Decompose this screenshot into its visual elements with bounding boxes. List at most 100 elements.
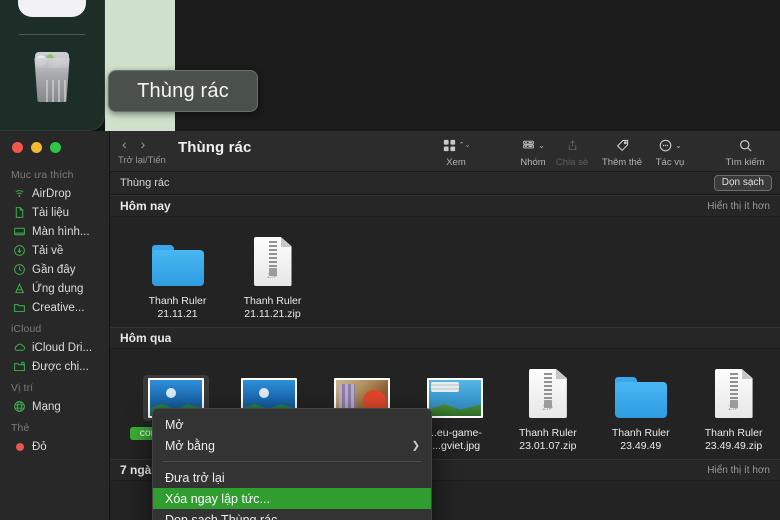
folder-icon	[610, 374, 672, 421]
toolbar-button-label: Tác vụ	[655, 157, 685, 168]
trash-full-icon[interactable]	[28, 44, 76, 102]
sidebar-item-label: Mạng	[32, 400, 61, 413]
sidebar-item-m-ng[interactable]: Mạng	[0, 397, 110, 416]
share-icon	[566, 136, 579, 155]
sidebar-item-c-chi[interactable]: Được chi...	[0, 357, 110, 376]
sidebar-group-title: Thẻ	[11, 422, 30, 434]
sidebar-item-m-n-h-nh[interactable]: Màn hình...	[0, 222, 110, 241]
toolbar-button-t-m-ki-m[interactable]: Tìm kiếm	[719, 136, 771, 168]
toolbar-button-th-m-th[interactable]: Thêm thẻ	[596, 136, 648, 168]
sidebar-group-title: Mục ưa thích	[11, 169, 74, 181]
file-grid: Thanh Ruler 21.11.21 ZIP Thanh Ruler 21.11…	[110, 217, 780, 327]
toolbar-button-label: Xem	[446, 157, 466, 168]
sidebar-group-title: iCloud	[11, 323, 42, 335]
sidebar-item-label: Gần đây	[32, 263, 76, 276]
back-button[interactable]: ‹	[122, 137, 127, 151]
context-menu[interactable]: Mở Mở bằng ❯ Đưa trở lại Xóa ngay lập tức...…	[152, 408, 432, 520]
desktop-background-right	[175, 0, 780, 131]
cloud-icon	[13, 341, 26, 354]
group-list-icon: ⌄	[521, 136, 545, 155]
section-title: Hôm qua	[120, 331, 172, 345]
sidebar-item-label: Creative...	[32, 301, 85, 314]
section-header: Hôm qua	[110, 327, 780, 349]
tag-icon	[615, 136, 630, 155]
file-item[interactable]: Thanh Ruler 23.49.49	[594, 361, 687, 453]
dock[interactable]	[0, 0, 105, 131]
context-menu-item[interactable]: Đưa trở lại	[153, 467, 431, 488]
window-controls[interactable]	[12, 142, 61, 153]
document-icon	[13, 206, 26, 219]
trash-can-body	[34, 58, 70, 102]
section-show-less-link[interactable]: Hiển thị ít hơn	[707, 201, 770, 212]
chevron-down-icon: ⌄	[538, 140, 545, 150]
trash-ridges	[44, 80, 68, 102]
screen: Thùng rác Mục ưa thích AirDrop Tài liệu Màn…	[0, 0, 780, 520]
file-item[interactable]: ZIP Thanh Ruler 21.11.21.zip	[225, 229, 320, 321]
context-menu-item[interactable]: Mở	[153, 414, 431, 435]
context-menu-item[interactable]: Dọn sạch Thùng rác	[153, 509, 431, 520]
file-item[interactable]: Thanh Ruler 21.11.21	[130, 229, 225, 321]
forward-button[interactable]: ›	[141, 137, 146, 151]
shared-folder-icon	[13, 360, 26, 373]
section-show-less-link[interactable]: Hiển thị ít hơn	[707, 465, 770, 476]
file-name-label: Thanh Ruler 21.11.21	[148, 295, 207, 320]
context-menu-item-label: Mở bằng	[165, 438, 215, 453]
minimize-button[interactable]	[31, 142, 42, 153]
dock-tooltip: Thùng rác	[108, 70, 258, 112]
toolbar-button-label: Chia sẻ	[555, 157, 589, 168]
actions-ellipsis-icon: ⌄	[658, 136, 682, 155]
sidebar-item-ng-d-ng[interactable]: Ứng dụng	[0, 279, 110, 298]
sidebar-item-airdrop[interactable]: AirDrop	[0, 184, 110, 203]
context-menu-item-label: Dọn sạch Thùng rác	[165, 512, 278, 520]
toolbar-button-xem[interactable]: ⌃⌄ Xem	[430, 136, 482, 168]
dock-app-icon[interactable]	[18, 0, 86, 17]
zip-file-icon: ZIP	[249, 234, 297, 289]
file-item[interactable]: ZIP Thanh Ruler 23.01.07.zip	[501, 361, 594, 453]
nav-arrows[interactable]: ‹ ›	[122, 137, 145, 151]
context-menu-item[interactable]: Mở bằng ❯	[153, 435, 431, 456]
tag-color-dot	[15, 442, 24, 451]
folder-icon	[147, 242, 209, 289]
file-name-label: Thanh Ruler 23.01.07.zip	[518, 427, 577, 452]
sidebar-item-label: AirDrop	[32, 187, 71, 200]
search-icon	[738, 136, 753, 155]
toolbar-button-label: Nhóm	[520, 157, 546, 168]
file-name-label: Thanh Ruler 21.11.21.zip	[243, 295, 302, 320]
sidebar-item-icloud-dri[interactable]: iCloud Dri...	[0, 338, 110, 357]
context-menu-item-label: Mở	[165, 417, 184, 432]
zip-file-icon: ZIP	[524, 366, 572, 421]
zip-file-icon: ZIP	[710, 366, 758, 421]
view-grid-icon: ⌃⌄	[442, 136, 471, 155]
clock-icon	[13, 263, 26, 276]
sidebar-item-label: Ứng dụng	[32, 282, 84, 295]
finder-sidebar: Mục ưa thích AirDrop Tài liệu Màn hình... Tả…	[0, 131, 110, 520]
toolbar-button-t-c-v[interactable]: ⌄ Tác vụ	[644, 136, 696, 168]
sidebar-item-g-n-y[interactable]: Gần đây	[0, 260, 110, 279]
toolbar-button-label: Thêm thẻ	[601, 157, 643, 168]
file-name-label: Thanh Ruler 23.49.49	[611, 427, 670, 452]
toolbar-button-label: Tìm kiếm	[725, 157, 765, 168]
file-item[interactable]: ZIP Thanh Ruler 23.49.49.zip	[687, 361, 780, 453]
sidebar-item-[interactable]: Đỏ	[0, 437, 110, 456]
close-button[interactable]	[12, 142, 23, 153]
empty-trash-button[interactable]: Dọn sạch	[713, 175, 772, 191]
path-bar-label: Thùng rác	[120, 177, 170, 189]
sidebar-item-label: Tài liệu	[32, 206, 70, 219]
applications-icon	[13, 282, 26, 295]
path-bar: Thùng rác Dọn sạch	[110, 172, 780, 195]
context-menu-item[interactable]: Xóa ngay lập tức...	[153, 488, 431, 509]
sidebar-item-t-i-li-u[interactable]: Tài liệu	[0, 203, 110, 222]
sidebar-scroll-area[interactable]: Mục ưa thích AirDrop Tài liệu Màn hình... Tả…	[0, 163, 110, 520]
sidebar-item-creative[interactable]: Creative...	[0, 298, 110, 317]
section-header: Hôm nay Hiển thị ít hơn	[110, 195, 780, 217]
nav-label: Trở lại/Tiến	[118, 155, 166, 166]
sidebar-item-t-i-v[interactable]: Tải về	[0, 241, 110, 260]
maximize-button[interactable]	[50, 142, 61, 153]
dock-separator	[19, 34, 85, 35]
chevron-down-icon: ⌃⌄	[458, 142, 471, 149]
context-menu-item-label: Đưa trở lại	[165, 470, 225, 485]
sidebar-item-label: Đỏ	[32, 440, 47, 453]
sidebar-item-label: Tải về	[32, 244, 64, 257]
desktop-icon	[13, 225, 26, 238]
tag-dot-icon	[13, 440, 26, 453]
